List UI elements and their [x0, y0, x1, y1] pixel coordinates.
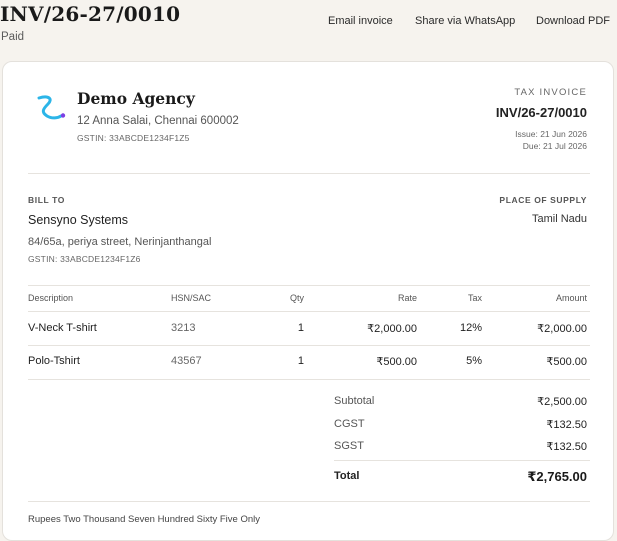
subtotal-label: Subtotal	[334, 395, 375, 407]
column-header-description: Description	[28, 293, 74, 303]
bill-to-address: 84/65a, periya street, Nerinjanthangal	[28, 236, 212, 248]
sgst-value: ₹132.50	[546, 441, 587, 453]
item-tax: 5%	[466, 355, 482, 367]
item-rate: ₹500.00	[376, 356, 417, 368]
item-description: Polo-Tshirt	[28, 355, 80, 367]
bill-to-name: Sensyno Systems	[28, 213, 129, 227]
invoice-card: Demo Agency 12 Anna Salai, Chennai 60000…	[2, 61, 614, 541]
place-of-supply-label: PLACE OF SUPPLY	[499, 195, 587, 205]
status-label: Paid	[1, 31, 25, 43]
bill-to-label: BILL TO	[28, 195, 65, 205]
total-value: ₹2,765.00	[527, 469, 587, 484]
column-header-qty: Qty	[289, 293, 304, 303]
item-tax: 12%	[459, 322, 482, 334]
column-header-tax: Tax	[467, 293, 482, 303]
amount-in-words: Rupees Two Thousand Seven Hundred Sixty …	[28, 514, 260, 525]
page-title: INV/26-27/0010	[0, 2, 181, 26]
item-hsn: 43567	[171, 355, 202, 367]
divider	[28, 173, 590, 174]
column-header-rate: Rate	[397, 293, 417, 303]
item-qty: 1	[297, 355, 304, 367]
sgst-label: SGST	[334, 440, 364, 452]
share-whatsapp-button[interactable]: Share via WhatsApp	[415, 15, 515, 27]
s-curve-logo-icon	[37, 95, 66, 120]
item-amount: ₹500.00	[546, 356, 587, 368]
divider	[28, 311, 590, 312]
divider	[334, 460, 590, 461]
total-label: Total	[334, 470, 360, 482]
document-type: TAX INVOICE	[514, 87, 587, 98]
divider	[28, 501, 590, 502]
document-number: INV/26-27/0010	[495, 105, 587, 120]
divider	[28, 285, 590, 286]
place-of-supply-value: Tamil Nadu	[531, 213, 587, 225]
invoice-header: INV/26-27/0010 Paid Email invoice Share …	[0, 0, 617, 60]
issue-date: Issue: 21 Jun 2026	[515, 129, 587, 139]
company-address: 12 Anna Salai, Chennai 600002	[77, 115, 239, 127]
due-date: Due: 21 Jul 2026	[522, 141, 587, 151]
bill-to-gstin: GSTIN: 33ABCDE1234F1Z6	[28, 254, 141, 264]
subtotal-value: ₹2,500.00	[537, 396, 587, 408]
download-pdf-button[interactable]: Download PDF	[536, 15, 610, 27]
cgst-label: CGST	[334, 418, 365, 430]
item-description: V-Neck T-shirt	[28, 322, 97, 334]
item-hsn: 3213	[171, 322, 196, 334]
item-qty: 1	[297, 322, 304, 334]
item-amount: ₹2,000.00	[537, 323, 587, 335]
divider	[28, 379, 590, 380]
column-header-hsn: HSN/SAC	[171, 293, 212, 303]
item-rate: ₹2,000.00	[367, 323, 417, 335]
email-invoice-button[interactable]: Email invoice	[328, 15, 393, 27]
cgst-value: ₹132.50	[546, 419, 587, 431]
company-gstin: GSTIN: 33ABCDE1234F1Z5	[77, 133, 190, 143]
divider	[28, 345, 590, 346]
company-name: Demo Agency	[77, 89, 195, 108]
column-header-amount: Amount	[555, 293, 587, 303]
